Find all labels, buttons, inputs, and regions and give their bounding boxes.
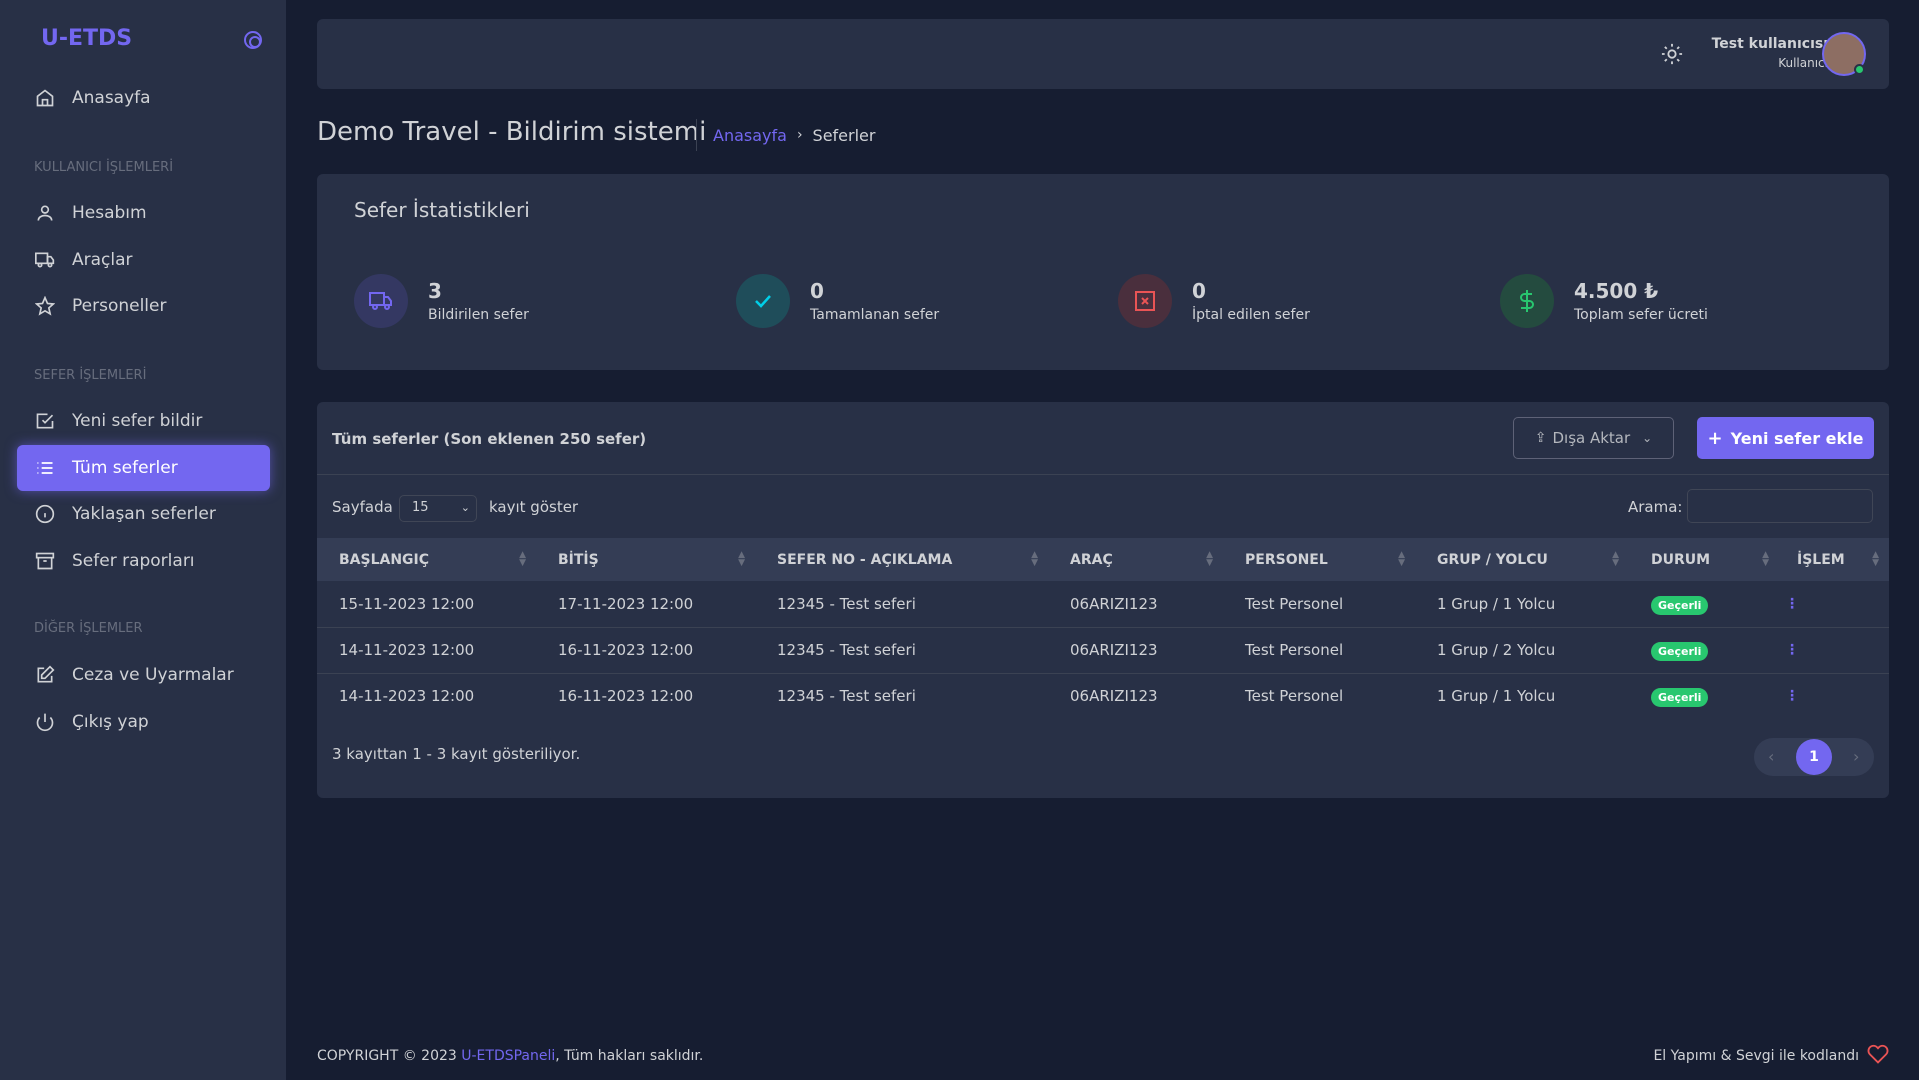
sort-icon: ▲ ▼ [1206, 550, 1213, 568]
top-navbar: Test kullanıcısı Kullanıcı [317, 19, 1889, 89]
x-square-icon [1118, 274, 1172, 328]
col-personel[interactable]: PERSONEL ▲ ▼ [1223, 538, 1415, 581]
chevron-down-icon: ⌄ [1642, 431, 1653, 445]
sort-icon: ▲ ▼ [519, 550, 526, 568]
page-1-button[interactable]: 1 [1796, 739, 1832, 775]
sort-icon: ▲ ▼ [1031, 550, 1038, 568]
status-badge: Geçerli [1651, 642, 1709, 661]
more-vertical-icon[interactable]: ⋮ [1779, 673, 1889, 719]
sort-icon: ▲ ▼ [1872, 550, 1879, 568]
user-name[interactable]: Test kullanıcısı [1703, 36, 1828, 52]
sidebar: U-ETDS Anasayfa KULLANICI İŞLEMLERİ Hesa… [0, 0, 286, 1080]
sidebar-item-anasayfa[interactable]: Anasayfa [17, 75, 270, 121]
prev-page-icon[interactable]: ‹ [1768, 747, 1774, 766]
brand-logo[interactable]: U-ETDS [41, 26, 132, 51]
stat-tamamlanan: 0 Tamamlanan sefer [736, 274, 939, 328]
sidebar-item-raporlar[interactable]: Sefer raporları [17, 538, 270, 584]
footer-copyright: COPYRIGHT © 2023 U-ETDSPaneli, Tüm hakla… [317, 1048, 704, 1064]
search-label: Arama: [1628, 498, 1683, 516]
truck-icon [34, 249, 56, 271]
status-badge: Geçerli [1651, 688, 1709, 708]
trips-card: Tüm seferler (Son eklenen 250 sefer) Say… [317, 402, 1889, 798]
table-row: 14-11-2023 12:00 16-11-2023 12:00 12345 - … [317, 627, 1889, 674]
trips-title: Tüm seferler (Son eklenen 250 sefer) [332, 430, 647, 448]
col-durum[interactable]: DURUM ▲ ▼ [1629, 538, 1779, 581]
user-icon [34, 202, 56, 224]
info-icon [34, 503, 56, 525]
breadcrumb-current: Seferler [812, 125, 876, 145]
trips-table: BAŞLANGIÇ ▲ ▼ BİTİŞ ▲ ▼ SEFER NO - AÇIKLAMA ▲… [317, 538, 1889, 719]
breadcrumb: Anasayfa › Seferler [696, 119, 875, 151]
sidebar-item-personeller[interactable]: Personeller [17, 283, 270, 329]
footer-link[interactable]: U-ETDSPaneli [461, 1048, 555, 1064]
home-icon [34, 87, 56, 109]
table-row: 14-11-2023 12:00 16-11-2023 12:00 12345 - … [317, 673, 1889, 719]
sidebar-item-araclar[interactable]: Araçlar [17, 237, 270, 283]
check-icon [736, 274, 790, 328]
stat-bildirilen: 3 Bildirilen sefer [354, 274, 529, 328]
more-vertical-icon[interactable]: ⋮ [1779, 627, 1889, 674]
show-label: kayıt göster [489, 498, 579, 516]
stat-toplam: 4.500 ₺ Toplam sefer ücreti [1500, 274, 1708, 328]
section-kullanici: KULLANICI İŞLEMLERİ [34, 160, 174, 175]
heart-icon [1867, 1043, 1889, 1069]
sidebar-item-cikis[interactable]: Çıkış yap [17, 699, 270, 745]
footer-made-with: El Yapımı & Sevgi ile kodlandı [1653, 1043, 1889, 1069]
list-icon [34, 457, 56, 479]
stats-title: Sefer İstatistikleri [354, 198, 530, 222]
page-size-select[interactable]: 15 ⌄ [399, 495, 477, 522]
table-info: 3 kayıttan 1 - 3 kayıt gösteriliyor. [332, 745, 581, 763]
sidebar-item-ceza[interactable]: Ceza ve Uyarmalar [17, 652, 270, 698]
table-row: 15-11-2023 12:00 17-11-2023 12:00 12345 - … [317, 581, 1889, 628]
add-trip-button[interactable]: + Yeni sefer ekle [1697, 417, 1874, 459]
sidebar-item-yaklasan[interactable]: Yaklaşan seferler [17, 491, 270, 537]
avatar[interactable] [1822, 32, 1866, 76]
more-vertical-icon[interactable]: ⋮ [1779, 581, 1889, 628]
sort-icon: ▲ ▼ [738, 550, 745, 568]
sidebar-toggle-icon[interactable] [244, 31, 262, 49]
sort-icon: ▲ ▼ [1762, 550, 1769, 568]
chevron-down-icon: ⌄ [460, 501, 470, 514]
status-badge: Geçerli [1651, 595, 1709, 615]
dollar-icon [1500, 274, 1554, 328]
user-role: Kullanıcı [1778, 56, 1828, 70]
sort-icon: ▲ ▼ [1612, 550, 1619, 568]
share-icon: ⇪ [1534, 430, 1547, 446]
section-sefer: SEFER İŞLEMLERİ [34, 368, 147, 383]
col-grup[interactable]: GRUP / YOLCU ▲ ▼ [1415, 538, 1629, 581]
star-icon [34, 295, 56, 317]
sort-icon: ▲ ▼ [1398, 550, 1405, 568]
plus-icon: + [1707, 427, 1723, 449]
sidebar-item-hesabim[interactable]: Hesabım [17, 190, 270, 236]
truck-icon [354, 274, 408, 328]
col-islem[interactable]: İŞLEM ▲ ▼ [1779, 538, 1889, 581]
export-button[interactable]: ⇪ Dışa Aktar ⌄ [1513, 417, 1674, 459]
edit-icon [34, 664, 56, 686]
sidebar-item-tum-seferler[interactable]: Tüm seferler [17, 445, 270, 491]
next-page-icon[interactable]: › [1853, 747, 1859, 766]
section-diger: DİĞER İŞLEMLER [34, 621, 143, 636]
sun-icon[interactable] [1661, 43, 1683, 69]
page-title: Demo Travel - Bildirim sistemi [317, 117, 707, 147]
stat-iptal: 0 İptal edilen sefer [1118, 274, 1310, 328]
page-size-label: Sayfada [332, 498, 393, 516]
search-input[interactable] [1687, 489, 1873, 523]
sidebar-item-yeni-sefer[interactable]: Yeni sefer bildir [17, 398, 270, 444]
breadcrumb-home[interactable]: Anasayfa [713, 126, 787, 145]
archive-icon [34, 550, 56, 572]
pagination: ‹ 1 › [1754, 738, 1874, 776]
col-sefer-no[interactable]: SEFER NO - AÇIKLAMA ▲ ▼ [755, 538, 1048, 581]
col-arac[interactable]: ARAÇ ▲ ▼ [1048, 538, 1223, 581]
check-square-icon [34, 410, 56, 432]
col-bitis[interactable]: BİTİŞ ▲ ▼ [536, 538, 755, 581]
power-icon [34, 711, 56, 733]
stats-card: Sefer İstatistikleri [317, 174, 1889, 370]
col-baslangic[interactable]: BAŞLANGIÇ ▲ ▼ [317, 538, 536, 581]
chevron-right-icon: › [796, 127, 803, 143]
